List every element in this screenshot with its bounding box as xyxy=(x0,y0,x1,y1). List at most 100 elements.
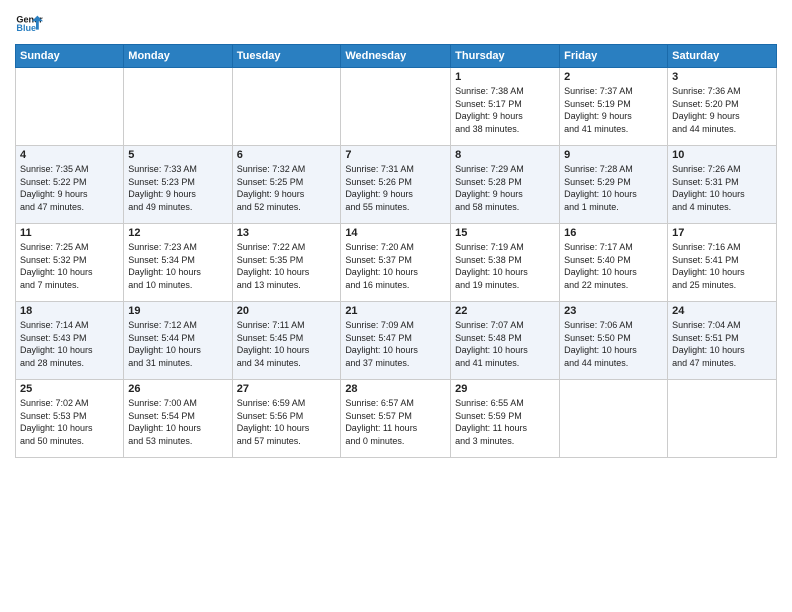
day-number: 29 xyxy=(455,383,555,395)
day-info: Sunrise: 7:35 AM Sunset: 5:22 PM Dayligh… xyxy=(20,163,119,213)
calendar-header-wednesday: Wednesday xyxy=(341,45,451,68)
calendar-cell: 11 Sunrise: 7:25 AM Sunset: 5:32 PM Dayli… xyxy=(16,224,124,302)
calendar-cell: 14Sunrise: 7:20 AM Sunset: 5:37 PM Dayli… xyxy=(341,224,451,302)
day-info: Sunrise: 7:37 AM Sunset: 5:19 PM Dayligh… xyxy=(564,85,663,135)
day-number: 18 xyxy=(20,305,119,317)
day-info: Sunrise: 7:06 AM Sunset: 5:50 PM Dayligh… xyxy=(564,319,663,369)
day-info: Sunrise: 7:22 AM Sunset: 5:35 PM Dayligh… xyxy=(237,241,337,291)
calendar-cell: 12Sunrise: 7:23 AM Sunset: 5:34 PM Dayli… xyxy=(124,224,232,302)
day-info: Sunrise: 7:25 AM Sunset: 5:32 PM Dayligh… xyxy=(20,241,119,291)
day-number: 5 xyxy=(128,149,227,161)
calendar-cell xyxy=(232,68,341,146)
day-info: Sunrise: 7:33 AM Sunset: 5:23 PM Dayligh… xyxy=(128,163,227,213)
day-info: Sunrise: 7:29 AM Sunset: 5:28 PM Dayligh… xyxy=(455,163,555,213)
calendar-cell: 1 Sunrise: 7:38 AM Sunset: 5:17 PM Daylig… xyxy=(451,68,560,146)
svg-text:Blue: Blue xyxy=(16,23,36,33)
day-number: 17 xyxy=(672,227,772,239)
calendar-cell: 25 Sunrise: 7:02 AM Sunset: 5:53 PM Dayli… xyxy=(16,380,124,458)
day-info: Sunrise: 7:00 AM Sunset: 5:54 PM Dayligh… xyxy=(128,397,227,447)
calendar-cell: 5 Sunrise: 7:33 AM Sunset: 5:23 PM Daylig… xyxy=(124,146,232,224)
day-number: 27 xyxy=(237,383,337,395)
day-number: 16 xyxy=(564,227,663,239)
calendar-cell: 20Sunrise: 7:11 AM Sunset: 5:45 PM Dayli… xyxy=(232,302,341,380)
day-number: 2 xyxy=(564,71,663,83)
day-info: Sunrise: 6:55 AM Sunset: 5:59 PM Dayligh… xyxy=(455,397,555,447)
calendar-header-monday: Monday xyxy=(124,45,232,68)
day-number: 8 xyxy=(455,149,555,161)
day-info: Sunrise: 7:19 AM Sunset: 5:38 PM Dayligh… xyxy=(455,241,555,291)
day-number: 10 xyxy=(672,149,772,161)
calendar-cell: 17 Sunrise: 7:16 AM Sunset: 5:41 PM Dayli… xyxy=(668,224,777,302)
logo: General Blue xyxy=(15,10,43,38)
calendar-week-row: 25 Sunrise: 7:02 AM Sunset: 5:53 PM Dayli… xyxy=(16,380,777,458)
day-number: 13 xyxy=(237,227,337,239)
day-info: Sunrise: 7:38 AM Sunset: 5:17 PM Dayligh… xyxy=(455,85,555,135)
calendar-cell: 24 Sunrise: 7:04 AM Sunset: 5:51 PM Dayli… xyxy=(668,302,777,380)
calendar-cell: 28 Sunrise: 6:57 AM Sunset: 5:57 PM Dayli… xyxy=(341,380,451,458)
day-number: 3 xyxy=(672,71,772,83)
calendar-header-tuesday: Tuesday xyxy=(232,45,341,68)
day-number: 20 xyxy=(237,305,337,317)
day-info: Sunrise: 7:32 AM Sunset: 5:25 PM Dayligh… xyxy=(237,163,337,213)
calendar-header-sunday: Sunday xyxy=(16,45,124,68)
calendar-cell: 29 Sunrise: 6:55 AM Sunset: 5:59 PM Dayli… xyxy=(451,380,560,458)
day-info: Sunrise: 7:09 AM Sunset: 5:47 PM Dayligh… xyxy=(345,319,446,369)
calendar-week-row: 11 Sunrise: 7:25 AM Sunset: 5:32 PM Dayli… xyxy=(16,224,777,302)
calendar-cell: 3 Sunrise: 7:36 AM Sunset: 5:20 PM Daylig… xyxy=(668,68,777,146)
calendar-cell: 21 Sunrise: 7:09 AM Sunset: 5:47 PM Dayli… xyxy=(341,302,451,380)
day-info: Sunrise: 7:31 AM Sunset: 5:26 PM Dayligh… xyxy=(345,163,446,213)
day-number: 12 xyxy=(128,227,227,239)
day-number: 23 xyxy=(564,305,663,317)
calendar-cell: 8 Sunrise: 7:29 AM Sunset: 5:28 PM Daylig… xyxy=(451,146,560,224)
day-number: 19 xyxy=(128,305,227,317)
calendar-cell xyxy=(341,68,451,146)
day-number: 25 xyxy=(20,383,119,395)
day-number: 21 xyxy=(345,305,446,317)
logo-icon: General Blue xyxy=(15,10,43,38)
day-info: Sunrise: 7:17 AM Sunset: 5:40 PM Dayligh… xyxy=(564,241,663,291)
calendar-table: SundayMondayTuesdayWednesdayThursdayFrid… xyxy=(15,44,777,458)
calendar-week-row: 4 Sunrise: 7:35 AM Sunset: 5:22 PM Daylig… xyxy=(16,146,777,224)
calendar-cell xyxy=(124,68,232,146)
calendar-cell xyxy=(560,380,668,458)
calendar-cell xyxy=(16,68,124,146)
calendar-cell: 9 Sunrise: 7:28 AM Sunset: 5:29 PM Daylig… xyxy=(560,146,668,224)
calendar-cell xyxy=(668,380,777,458)
calendar-cell: 19 Sunrise: 7:12 AM Sunset: 5:44 PM Dayli… xyxy=(124,302,232,380)
day-info: Sunrise: 7:12 AM Sunset: 5:44 PM Dayligh… xyxy=(128,319,227,369)
calendar-cell: 26 Sunrise: 7:00 AM Sunset: 5:54 PM Dayli… xyxy=(124,380,232,458)
day-info: Sunrise: 7:16 AM Sunset: 5:41 PM Dayligh… xyxy=(672,241,772,291)
day-number: 11 xyxy=(20,227,119,239)
day-number: 4 xyxy=(20,149,119,161)
calendar-cell: 13 Sunrise: 7:22 AM Sunset: 5:35 PM Dayli… xyxy=(232,224,341,302)
day-info: Sunrise: 6:57 AM Sunset: 5:57 PM Dayligh… xyxy=(345,397,446,447)
day-number: 9 xyxy=(564,149,663,161)
calendar-cell: 16 Sunrise: 7:17 AM Sunset: 5:40 PM Dayli… xyxy=(560,224,668,302)
day-info: Sunrise: 7:26 AM Sunset: 5:31 PM Dayligh… xyxy=(672,163,772,213)
day-info: Sunrise: 7:28 AM Sunset: 5:29 PM Dayligh… xyxy=(564,163,663,213)
day-info: Sunrise: 7:14 AM Sunset: 5:43 PM Dayligh… xyxy=(20,319,119,369)
day-info: Sunrise: 7:04 AM Sunset: 5:51 PM Dayligh… xyxy=(672,319,772,369)
calendar-cell: 22 Sunrise: 7:07 AM Sunset: 5:48 PM Dayli… xyxy=(451,302,560,380)
calendar-header-saturday: Saturday xyxy=(668,45,777,68)
calendar-cell: 27 Sunrise: 6:59 AM Sunset: 5:56 PM Dayli… xyxy=(232,380,341,458)
day-number: 1 xyxy=(455,71,555,83)
day-info: Sunrise: 7:02 AM Sunset: 5:53 PM Dayligh… xyxy=(20,397,119,447)
calendar-cell: 4 Sunrise: 7:35 AM Sunset: 5:22 PM Daylig… xyxy=(16,146,124,224)
day-info: Sunrise: 7:07 AM Sunset: 5:48 PM Dayligh… xyxy=(455,319,555,369)
calendar-cell: 7Sunrise: 7:31 AM Sunset: 5:26 PM Daylig… xyxy=(341,146,451,224)
calendar-week-row: 18 Sunrise: 7:14 AM Sunset: 5:43 PM Dayli… xyxy=(16,302,777,380)
day-number: 24 xyxy=(672,305,772,317)
day-number: 22 xyxy=(455,305,555,317)
calendar-cell: 23 Sunrise: 7:06 AM Sunset: 5:50 PM Dayli… xyxy=(560,302,668,380)
day-info: Sunrise: 6:59 AM Sunset: 5:56 PM Dayligh… xyxy=(237,397,337,447)
calendar-header-thursday: Thursday xyxy=(451,45,560,68)
day-number: 26 xyxy=(128,383,227,395)
calendar-cell: 18 Sunrise: 7:14 AM Sunset: 5:43 PM Dayli… xyxy=(16,302,124,380)
calendar-cell: 10 Sunrise: 7:26 AM Sunset: 5:31 PM Dayli… xyxy=(668,146,777,224)
day-number: 28 xyxy=(345,383,446,395)
calendar-cell: 6Sunrise: 7:32 AM Sunset: 5:25 PM Daylig… xyxy=(232,146,341,224)
calendar-body: 1 Sunrise: 7:38 AM Sunset: 5:17 PM Daylig… xyxy=(16,68,777,458)
day-info: Sunrise: 7:36 AM Sunset: 5:20 PM Dayligh… xyxy=(672,85,772,135)
day-number: 14 xyxy=(345,227,446,239)
